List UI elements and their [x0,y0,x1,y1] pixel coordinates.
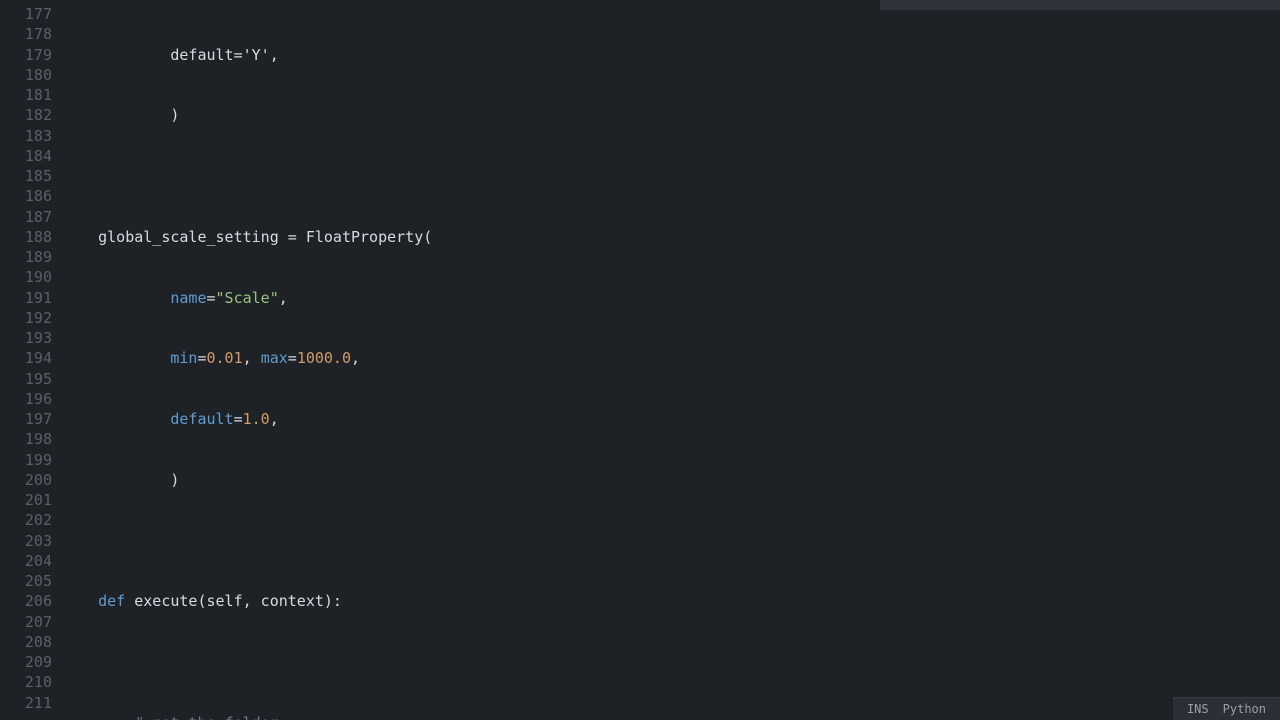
line-number: 196 [0,389,52,409]
line-number: 199 [0,450,52,470]
line-number: 207 [0,612,52,632]
line-number: 204 [0,551,52,571]
line-number: 190 [0,267,52,287]
code-line[interactable]: global_scale_setting = FloatProperty( [62,227,1280,247]
code-line[interactable] [62,166,1280,186]
code-line[interactable]: ) [62,470,1280,490]
line-number: 188 [0,227,52,247]
code-line[interactable]: name="Scale", [62,288,1280,308]
line-number: 178 [0,24,52,44]
line-number: 187 [0,207,52,227]
code-line[interactable]: # get the folder [62,713,1280,720]
code-line[interactable]: ) [62,105,1280,125]
line-number: 206 [0,591,52,611]
code-line[interactable] [62,652,1280,672]
line-number: 191 [0,288,52,308]
line-number: 186 [0,186,52,206]
line-number: 209 [0,652,52,672]
line-number: 198 [0,429,52,449]
window-top-strip [880,0,1280,10]
line-number: 200 [0,470,52,490]
line-number: 211 [0,693,52,713]
line-number: 181 [0,85,52,105]
line-number: 202 [0,510,52,530]
code-line[interactable]: default=1.0, [62,409,1280,429]
line-number: 210 [0,672,52,692]
status-insert-mode: INS [1187,702,1209,716]
line-number: 189 [0,247,52,267]
line-number: 208 [0,632,52,652]
line-number: 184 [0,146,52,166]
line-number: 195 [0,369,52,389]
line-number: 177 [0,4,52,24]
line-number: 201 [0,490,52,510]
line-number: 182 [0,105,52,125]
code-line[interactable]: default='Y', [62,45,1280,65]
line-number: 197 [0,409,52,429]
line-number: 194 [0,348,52,368]
code-line[interactable]: min=0.01, max=1000.0, [62,348,1280,368]
line-number: 193 [0,328,52,348]
code-line[interactable]: def execute(self, context): [62,591,1280,611]
status-bar: INS Python [1173,697,1280,720]
line-number: 192 [0,308,52,328]
line-number: 185 [0,166,52,186]
code-line[interactable] [62,531,1280,551]
line-number: 180 [0,65,52,85]
line-number: 205 [0,571,52,591]
code-editor[interactable]: 177 178 179 180 181 182 183 184 185 186 … [0,0,1280,720]
status-language[interactable]: Python [1223,702,1266,716]
line-number: 203 [0,531,52,551]
line-number: 183 [0,126,52,146]
line-number-gutter: 177 178 179 180 181 182 183 184 185 186 … [0,4,62,720]
code-area[interactable]: default='Y', ) global_scale_setting = Fl… [62,4,1280,720]
line-number: 179 [0,45,52,65]
